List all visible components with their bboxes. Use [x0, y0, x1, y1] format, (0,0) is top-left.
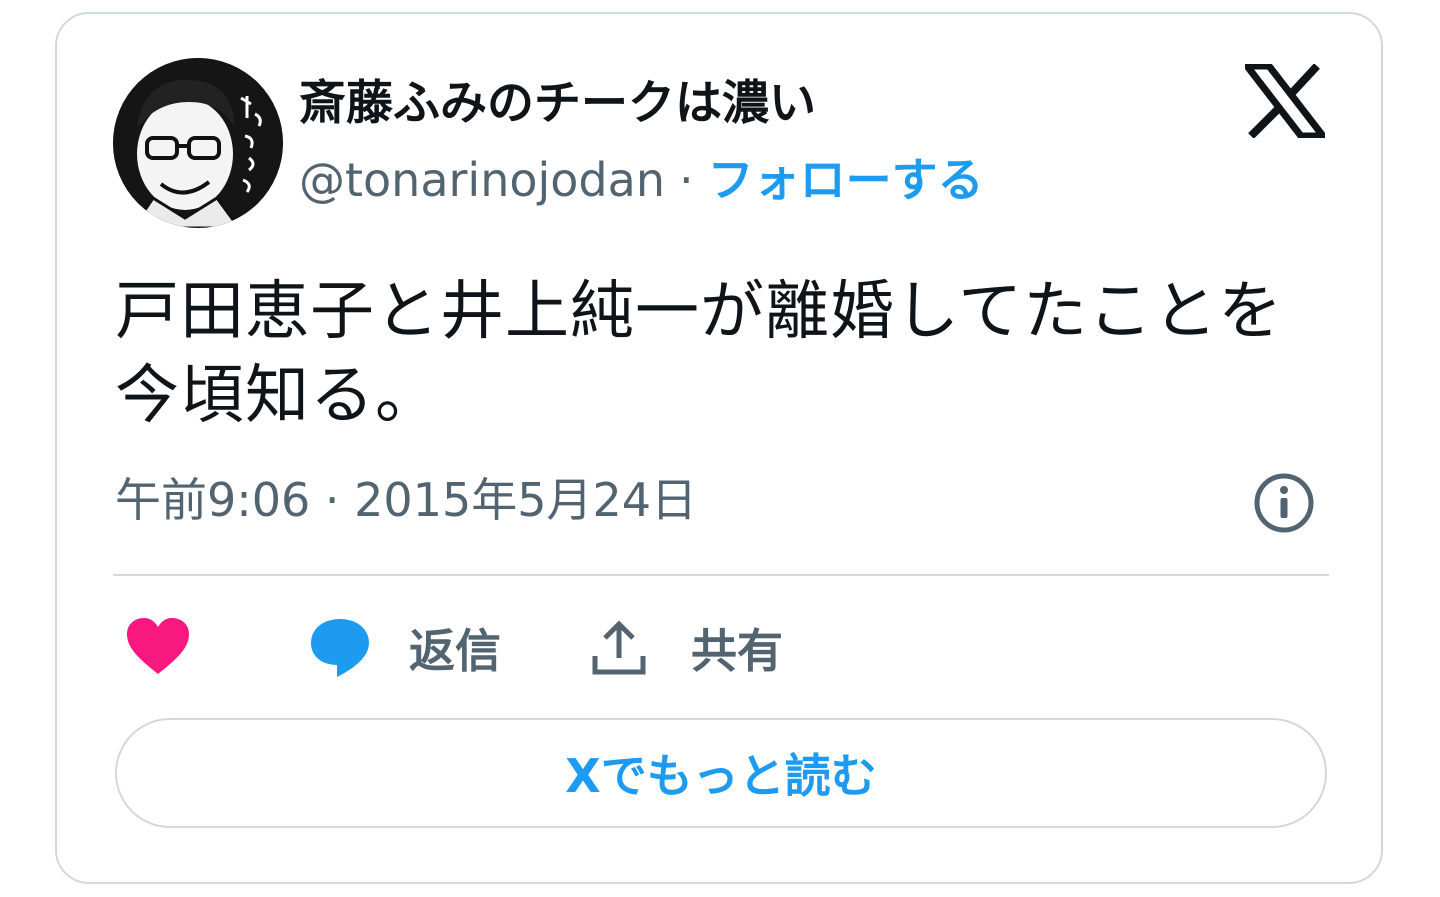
reply-label: 返信 — [409, 624, 501, 678]
heart-icon — [127, 618, 189, 674]
share-label: 共有 — [691, 624, 783, 678]
share-button[interactable]: 共有 — [589, 610, 783, 686]
upload-icon — [592, 620, 646, 675]
reply-button[interactable]: 返信 — [307, 610, 501, 686]
avatar[interactable] — [113, 58, 283, 228]
embedded-tweet-card: 斎藤ふみのチークは濃い @tonarinojodan · フォローする 戸田恵子と井… — [55, 12, 1383, 884]
read-more-button[interactable]: Xでもっと読む — [115, 718, 1327, 828]
follow-link[interactable]: フォローする — [708, 153, 984, 207]
info-icon[interactable] — [1253, 472, 1315, 534]
display-name[interactable]: 斎藤ふみのチークは濃い — [299, 76, 816, 132]
tweet-text: 戸田恵子と井上純一が離婚してたことを今頃知る。 — [115, 275, 1284, 433]
x-logo-icon[interactable] — [1239, 62, 1331, 140]
speech-bubble-icon — [311, 619, 369, 677]
like-button[interactable] — [125, 616, 191, 676]
separator-dot: · — [678, 153, 694, 207]
divider — [113, 574, 1329, 576]
action-bar: 返信 共有 — [113, 610, 1329, 690]
handle-row: @tonarinojodan · フォローする — [299, 152, 984, 208]
user-handle[interactable]: @tonarinojodan — [299, 153, 665, 207]
tweet-timestamp[interactable]: 午前9:06 · 2015年5月24日 — [115, 472, 697, 528]
